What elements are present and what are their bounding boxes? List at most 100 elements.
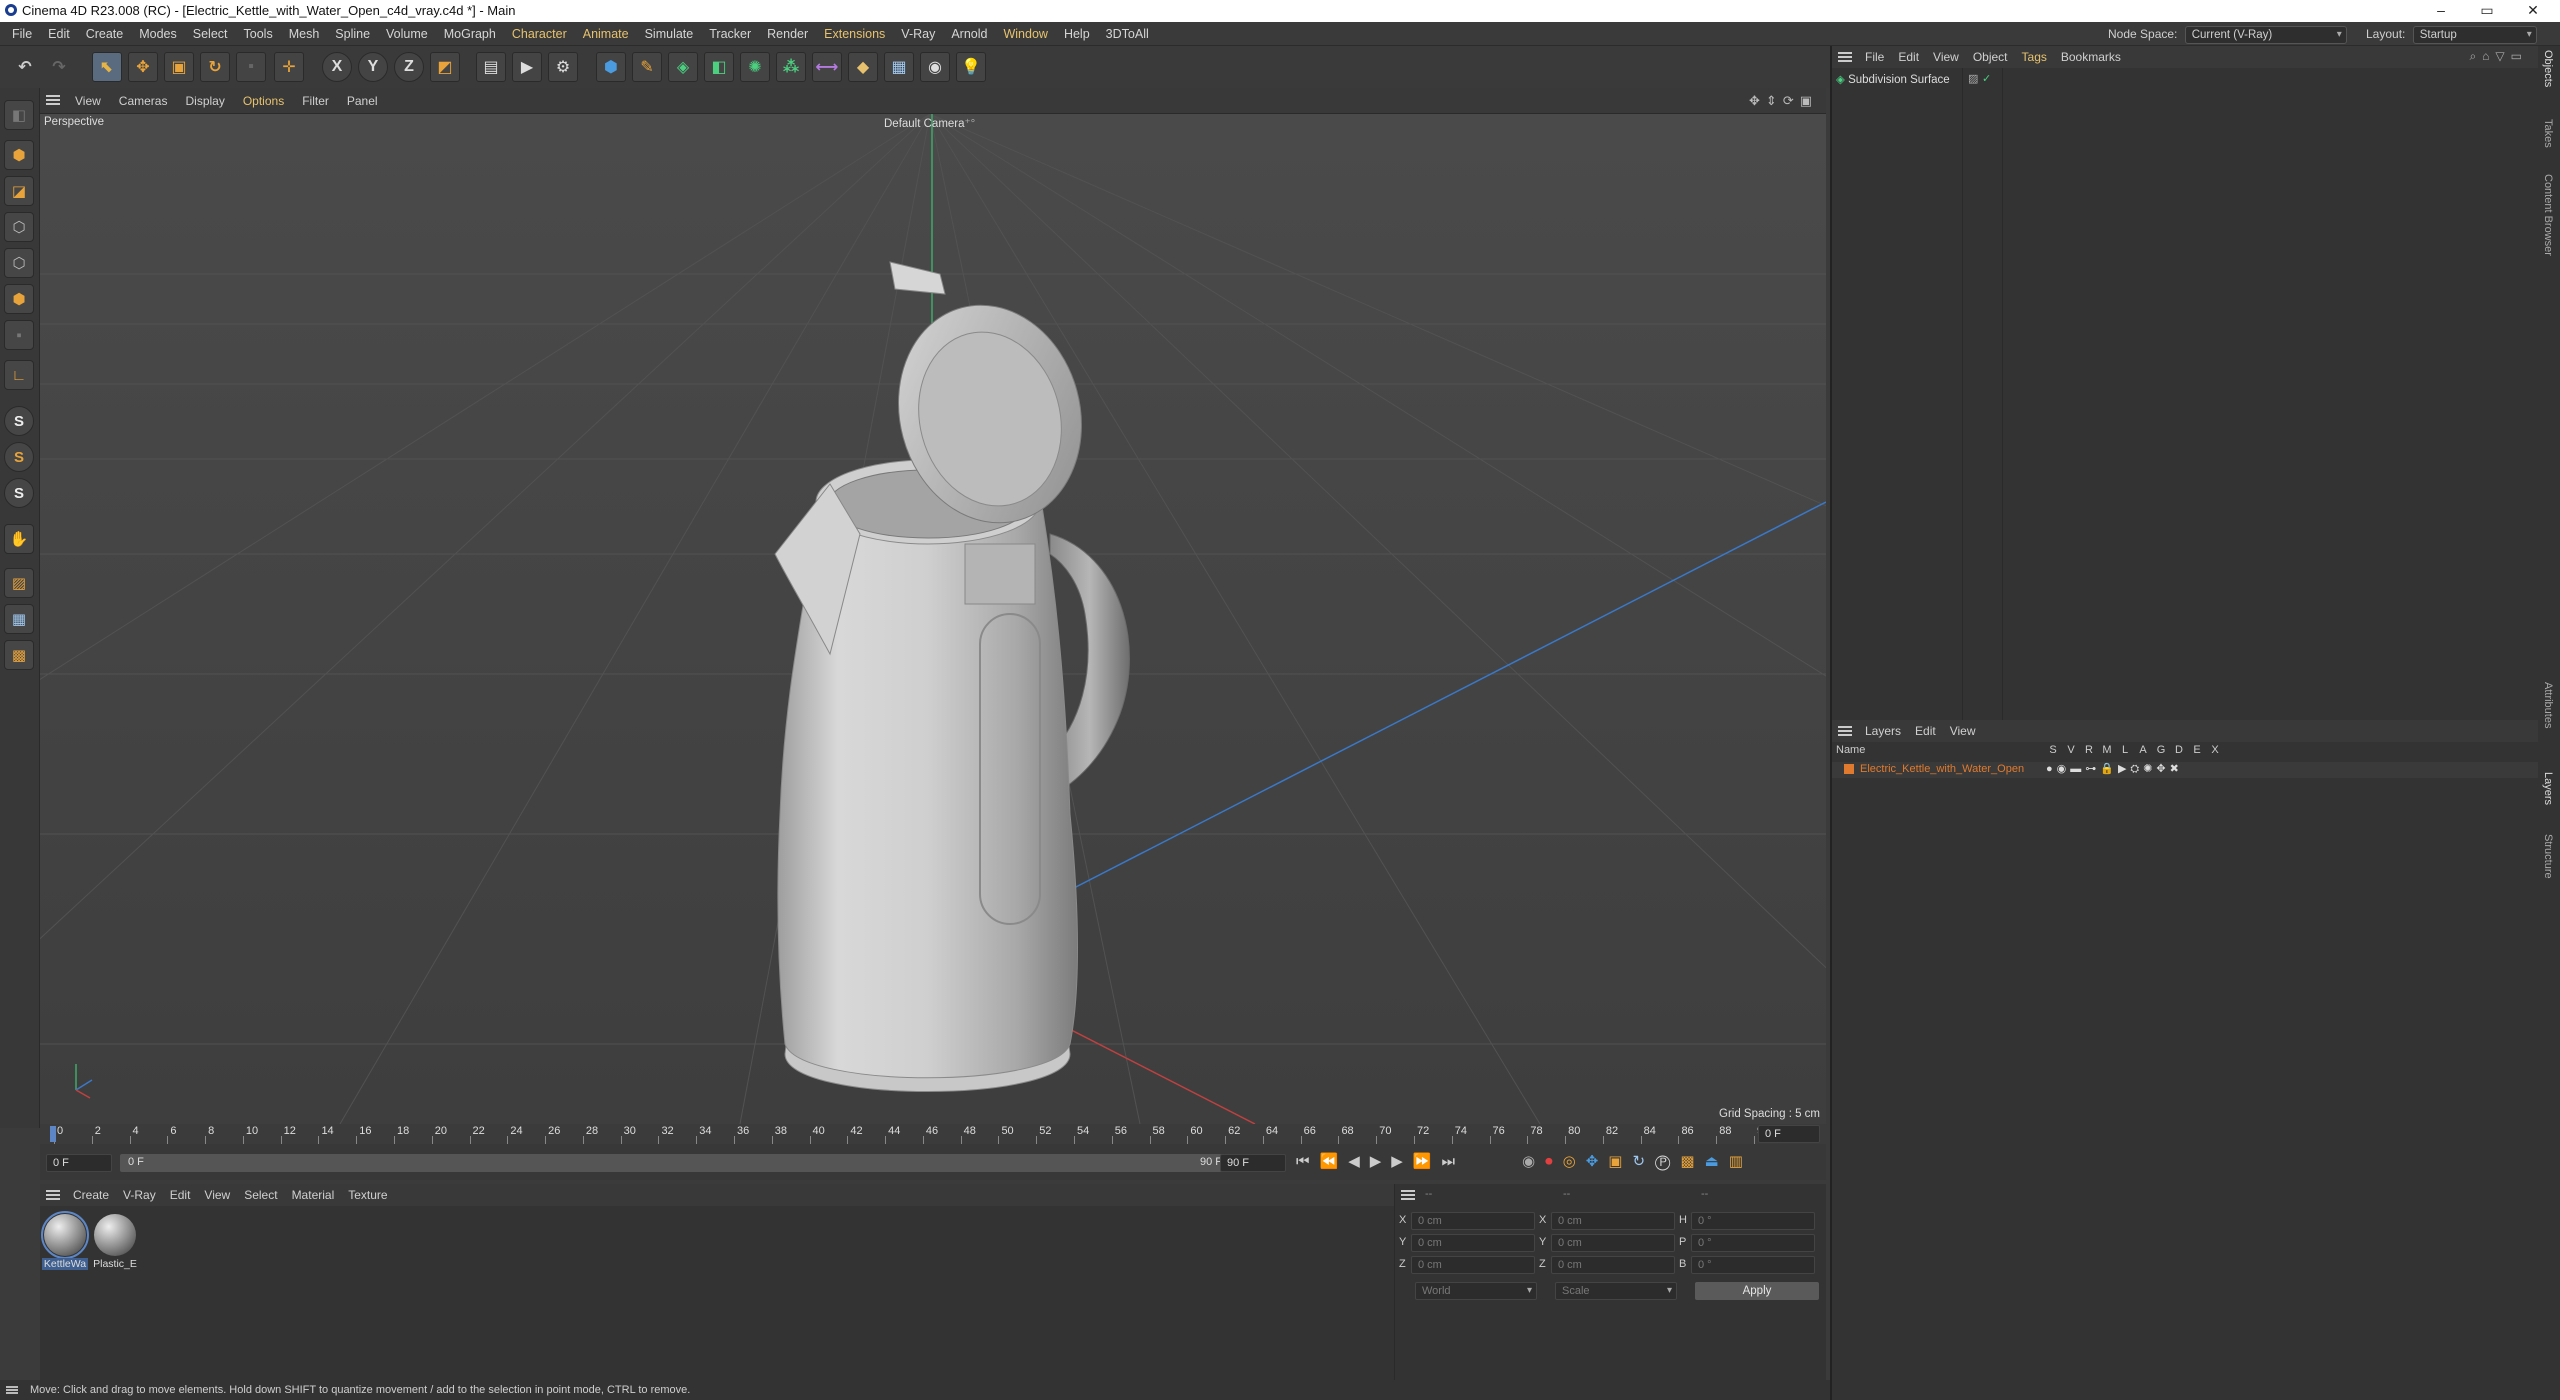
layer-flag-header[interactable]: M [2098,744,2116,756]
menu-file[interactable]: File [4,22,40,46]
timeline-ruler[interactable]: 0 2 4 6 8 10 12 14 16 18 20 22 24 26 28 30 32 34 36 38 40 42 4… [40,1124,1826,1144]
viewport-menu-options[interactable]: Options [234,88,293,114]
menu-tools[interactable]: Tools [236,22,281,46]
material-swatch[interactable]: KettleWa [41,1211,89,1276]
material-menu-v-ray[interactable]: V-Ray [116,1184,163,1206]
side-tab-content-browser[interactable]: Content Browser [2542,174,2554,256]
menu-mesh[interactable]: Mesh [281,22,328,46]
x-axis-lock-icon[interactable]: X [322,52,352,82]
menu-tracker[interactable]: Tracker [701,22,759,46]
coordinate-system-icon[interactable]: ◩ [430,52,460,82]
locked-workplane-icon[interactable]: ▦ [4,604,34,634]
menu-v-ray[interactable]: V-Ray [893,22,943,46]
next-frame-icon[interactable]: ▶ [1391,1153,1413,1170]
object-menu-object[interactable]: Object [1966,46,2015,68]
workplane-icon[interactable]: ▨ [4,568,34,598]
subdivision-icon[interactable]: ◈ [668,52,698,82]
object-row[interactable]: ◈ Subdivision Surface [1836,72,1950,86]
side-tab-layers[interactable]: Layers [2542,772,2554,805]
menu-render[interactable]: Render [759,22,816,46]
go-to-end-icon[interactable]: ⏭ [1442,1153,1466,1170]
viewport-menu-display[interactable]: Display [176,88,233,114]
model-mode-icon[interactable]: ⬢ [4,140,34,170]
object-menu-bookmarks[interactable]: Bookmarks [2054,46,2128,68]
dopesheet-icon[interactable]: ▥ [1729,1153,1753,1170]
object-menu-tags[interactable]: Tags [2015,46,2054,68]
coord-value-field[interactable]: 0 ° [1691,1256,1815,1274]
side-tab-objects[interactable]: Objects [2542,50,2554,87]
snap-settings-icon[interactable]: S [4,442,34,472]
viewport-menu-cameras[interactable]: Cameras [110,88,177,114]
close-button[interactable]: ✕ [2510,0,2556,22]
tag-icon[interactable]: ◆ [848,52,878,82]
render-view-icon[interactable]: ▶ [512,52,542,82]
material-menu-edit[interactable]: Edit [163,1184,198,1206]
viewport-menu-icon[interactable] [46,95,60,97]
material-menu-icon[interactable] [46,1190,60,1192]
coord-value-field[interactable]: 0 cm [1411,1256,1535,1274]
autokey-icon[interactable]: ⏺ [1545,1153,1563,1170]
coord-value-field[interactable]: 0 cm [1551,1256,1675,1274]
layer-flag-header[interactable]: L [2116,744,2134,756]
playhead-marker[interactable] [50,1126,56,1142]
menu-volume[interactable]: Volume [378,22,436,46]
frame-range-slider[interactable]: 0 F 90 F [120,1154,1240,1172]
minimize-button[interactable]: – [2418,0,2464,22]
coord-value-field[interactable]: 0 cm [1411,1234,1535,1252]
timeline-window-icon[interactable]: ⏏ [1705,1153,1729,1170]
field-icon[interactable]: ⟷ [812,52,842,82]
prev-frame-icon[interactable]: ◀ [1348,1153,1370,1170]
scale-tool-icon[interactable]: ▣ [164,52,194,82]
rotation-key-icon[interactable]: ↻ [1632,1153,1655,1170]
play-icon[interactable]: ▶ [1370,1153,1392,1170]
make-editable-icon[interactable]: ◧ [4,100,34,130]
menu-extensions[interactable]: Extensions [816,22,893,46]
param-key-icon[interactable]: Ⓟ [1655,1153,1680,1170]
point-level-icon[interactable]: ▩ [1680,1153,1704,1170]
layer-flag-header[interactable]: V [2062,744,2080,756]
coordinates-menu-icon[interactable] [1401,1190,1415,1192]
menu-mograph[interactable]: MoGraph [436,22,504,46]
end-frame-field[interactable]: 90 F [1220,1154,1286,1172]
render-settings-icon[interactable]: ⚙ [548,52,578,82]
rotate-tool-icon[interactable]: ↻ [200,52,230,82]
texture-mode-icon[interactable]: ◪ [4,176,34,206]
record-keys-icon[interactable]: ◉ [1522,1153,1545,1170]
menu-spline[interactable]: Spline [327,22,378,46]
coord-value-field[interactable]: 0 ° [1691,1234,1815,1252]
node-space-dropdown[interactable]: Current (V-Ray) [2184,25,2347,44]
menu-create[interactable]: Create [78,22,132,46]
menu-window[interactable]: Window [995,22,1055,46]
camera-label[interactable]: Default Camera⁺° [884,116,975,130]
coord-value-field[interactable]: 0 cm [1411,1212,1535,1230]
camera-icon[interactable]: ◉ [920,52,950,82]
viewport-menu-filter[interactable]: Filter [293,88,338,114]
layer-row[interactable]: Electric_Kettle_with_Water_Open ●◉▬⊶🔒▶⛭✺… [1832,762,2538,778]
layer-flag-header[interactable]: R [2080,744,2098,756]
material-menu-material[interactable]: Material [285,1184,342,1206]
menu-simulate[interactable]: Simulate [637,22,702,46]
menu-arnold[interactable]: Arnold [943,22,995,46]
next-key-icon[interactable]: ⏩ [1413,1153,1442,1170]
coord-value-field[interactable]: 0 cm [1551,1234,1675,1252]
menu-select[interactable]: Select [185,22,236,46]
object-menu-icon[interactable] [1838,52,1852,54]
add-tool-icon[interactable]: ✛ [274,52,304,82]
menu-help[interactable]: Help [1056,22,1098,46]
maximize-button[interactable]: ▭ [2464,0,2510,22]
current-frame-field[interactable]: 0 F [1758,1125,1820,1143]
polygons-mode-icon[interactable]: ⬢ [4,284,34,314]
z-axis-lock-icon[interactable]: Z [394,52,424,82]
layer-menu-edit[interactable]: Edit [1908,720,1943,742]
paint-tool-icon[interactable]: ✋ [4,524,34,554]
mograph-cloner-icon[interactable]: ⁂ [776,52,806,82]
material-menu-view[interactable]: View [197,1184,237,1206]
layer-flag-header[interactable]: A [2134,744,2152,756]
points-mode-icon[interactable]: ⬡ [4,212,34,242]
menu-character[interactable]: Character [504,22,575,46]
cube-primitive-icon[interactable]: ⬢ [596,52,626,82]
layer-flag-header[interactable]: X [2206,744,2224,756]
position-key-icon[interactable]: ✥ [1586,1153,1609,1170]
move-tool-icon[interactable]: ✥ [128,52,158,82]
object-menu-view[interactable]: View [1926,46,1966,68]
